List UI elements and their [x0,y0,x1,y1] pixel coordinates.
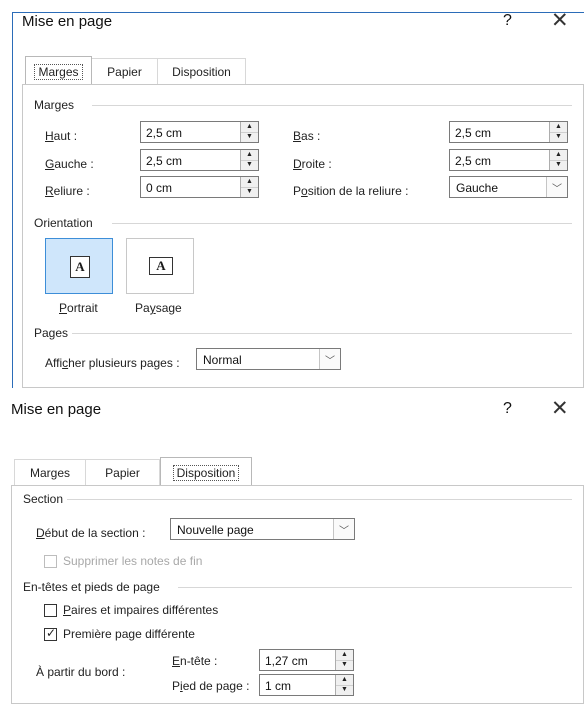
debut-section-value: Nouvelle page [177,523,254,537]
section-divider [112,223,572,224]
supprimer-notes-label: Supprimer les notes de fin [63,554,203,568]
section-divider [72,333,572,334]
tab-papier[interactable]: Papier [86,459,160,485]
section-marges: Marges [34,98,75,112]
position-reliure-value: Gauche [456,181,499,195]
checkmark-icon: ✓ [46,626,57,640]
label-reliure: Reliure : [45,184,90,198]
section-divider [92,105,572,106]
page-setup-dialog-disposition: Mise en page ? ✕ Marges Papier Dispositi… [0,388,584,704]
close-icon[interactable]: ✕ [551,8,569,33]
help-icon[interactable]: ? [503,12,512,30]
entete-spinner[interactable]: 1,27 cm ▲ ▼ [259,649,354,671]
label-debut-section: Début de la section : [36,526,146,540]
afficher-pages-select[interactable]: Normal ﹀ [196,348,341,370]
reliure-spinner[interactable]: 0 cm ▲ ▼ [140,176,259,198]
position-reliure-select[interactable]: Gauche ﹀ [449,176,568,198]
paysage-label: Paysage [135,301,182,315]
spin-down-icon[interactable]: ▼ [336,660,353,670]
premiere-page-checkbox[interactable]: ✓ [44,626,57,641]
chevron-down-icon: ﹀ [325,356,335,367]
spin-down-icon[interactable]: ▼ [241,160,258,170]
tab-papier[interactable]: Papier [92,58,158,84]
label-bas: Bas : [293,129,321,143]
spin-down-icon[interactable]: ▼ [336,685,353,695]
label-afficher-pages: Afficher plusieurs pages : [45,356,180,370]
section-orientation: Orientation [34,216,93,230]
spin-down-icon[interactable]: ▼ [550,160,567,170]
supprimer-notes-checkbox[interactable] [44,555,57,568]
chevron-down-icon: ﹀ [552,184,562,195]
section-section: Section [23,492,64,506]
label-entete: En-tête : [172,654,218,668]
close-icon[interactable]: ✕ [551,396,569,421]
gauche-spinner[interactable]: 2,5 cm ▲ ▼ [140,149,259,171]
section-divider [178,587,572,588]
tab-marges[interactable]: Marges [14,459,86,485]
debut-section-select[interactable]: Nouvelle page ﹀ [170,518,355,540]
title-bar: Mise en page ? ✕ [0,388,584,424]
premiere-page-label: Première page différente [63,627,195,641]
title-bar: Mise en page ? ✕ [0,0,584,36]
portrait-page-icon: A [70,256,90,278]
haut-value: 2,5 cm [146,126,183,140]
paysage-option[interactable]: A [126,238,194,294]
section-pages: Pages [34,326,69,340]
label-gauche: Gauche : [45,157,94,171]
label-position-reliure: Position de la reliure : [293,184,409,198]
gauche-value: 2,5 cm [146,154,183,168]
label-partir-bord: À partir du bord : [36,665,126,679]
paires-impaires-label: Paires et impaires différentes [63,603,219,617]
spin-down-icon[interactable]: ▼ [241,187,258,197]
dialog-title: Mise en page [22,13,113,30]
section-entetes: En-têtes et pieds de page [23,580,160,594]
label-haut: Haut : [45,129,78,143]
droite-spinner[interactable]: 2,5 cm ▲ ▼ [449,149,568,171]
entete-value: 1,27 cm [265,654,308,668]
bas-value: 2,5 cm [455,126,492,140]
droite-value: 2,5 cm [455,154,492,168]
help-icon[interactable]: ? [503,400,512,418]
bas-spinner[interactable]: 2,5 cm ▲ ▼ [449,121,568,143]
page-setup-dialog-margins: Mise en page ? ✕ Marges Papier Dispositi… [0,0,584,388]
paires-impaires-checkbox[interactable] [44,604,57,617]
tab-disposition[interactable]: Disposition [160,457,252,485]
tab-disposition[interactable]: Disposition [158,58,246,84]
dialog-title: Mise en page [11,401,102,418]
chevron-down-icon: ﹀ [339,526,349,537]
spin-down-icon[interactable]: ▼ [550,132,567,142]
pied-page-spinner[interactable]: 1 cm ▲ ▼ [259,674,354,696]
portrait-option[interactable]: A [45,238,113,294]
label-droite: Droite : [293,157,332,171]
reliure-value: 0 cm [146,181,173,195]
spin-down-icon[interactable]: ▼ [241,132,258,142]
tab-marges[interactable]: Marges [25,56,92,84]
afficher-pages-value: Normal [203,353,242,367]
haut-spinner[interactable]: 2,5 cm ▲ ▼ [140,121,259,143]
section-divider [67,499,572,500]
portrait-label: Portrait [59,301,98,315]
landscape-page-icon: A [149,257,173,275]
label-pied-page: Pied de page : [172,679,250,693]
pied-page-value: 1 cm [265,679,292,693]
